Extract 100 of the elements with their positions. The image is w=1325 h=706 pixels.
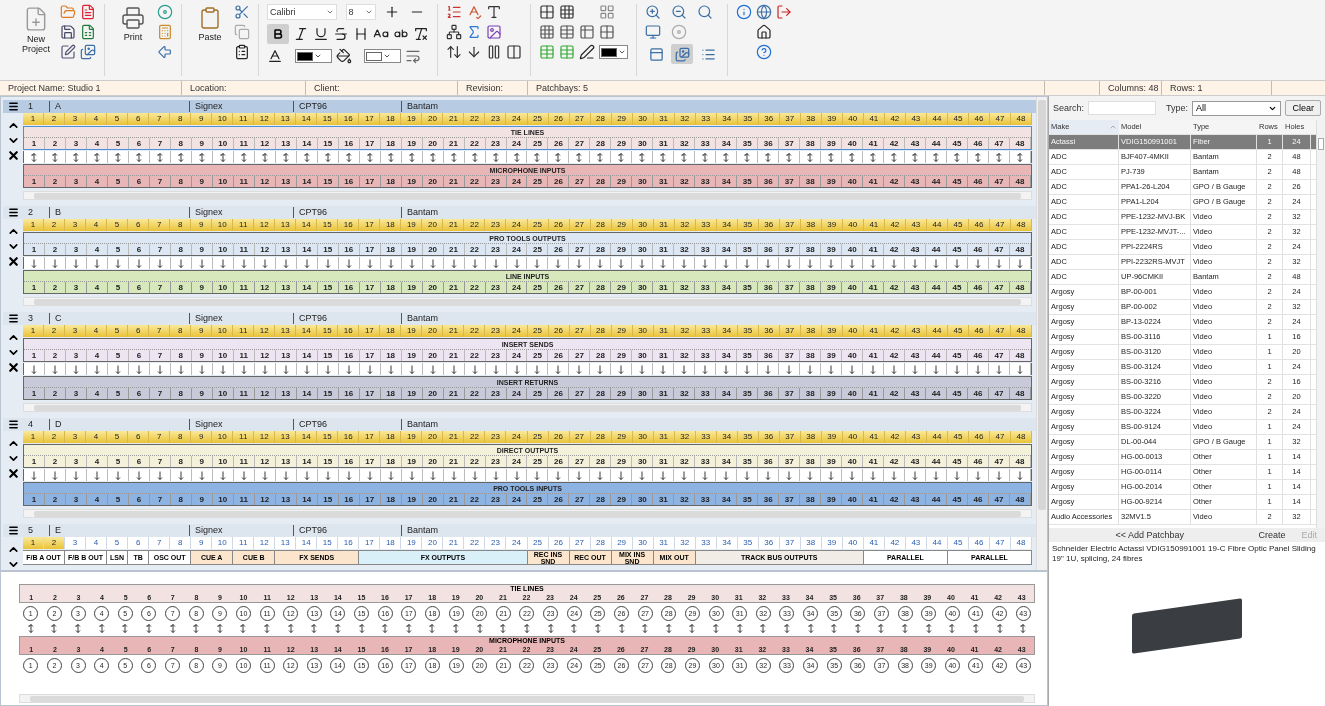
column-number[interactable]: 41 (863, 219, 885, 231)
column-number[interactable]: 3 (65, 113, 87, 125)
column-number[interactable]: 44 (926, 113, 948, 125)
column-number[interactable]: 43 (905, 431, 927, 443)
column-number[interactable]: 48 (1010, 431, 1032, 443)
column-number[interactable]: 29 (611, 537, 633, 549)
column-number[interactable]: 46 (968, 113, 990, 125)
column-number[interactable]: 5 (107, 219, 129, 231)
column-number[interactable]: 2 (44, 219, 66, 231)
column-number[interactable]: 37 (779, 537, 801, 549)
column-number[interactable]: 43 (905, 325, 927, 337)
column-number[interactable]: 43 (905, 219, 927, 231)
column-number[interactable]: 9 (191, 431, 213, 443)
column-number[interactable]: 32 (674, 113, 696, 125)
column-number[interactable]: 18 (380, 219, 402, 231)
column-number[interactable]: 38 (800, 325, 822, 337)
column-number[interactable]: 17 (359, 219, 381, 231)
split-icon[interactable] (599, 24, 615, 40)
column-number[interactable]: 39 (821, 219, 843, 231)
column-number[interactable]: 27 (569, 537, 591, 549)
column-number[interactable]: 2 (44, 537, 66, 549)
column-number[interactable]: 26 (548, 325, 570, 337)
column-number[interactable]: 8 (170, 537, 192, 549)
column-number[interactable]: 8 (170, 113, 192, 125)
column-number[interactable]: 11 (233, 219, 255, 231)
column-number[interactable]: 12 (254, 219, 276, 231)
numbering-icon[interactable] (446, 4, 462, 20)
pen-icon[interactable] (579, 44, 595, 60)
column-number[interactable]: 13 (275, 325, 297, 337)
save-icon[interactable] (60, 24, 76, 40)
column-number[interactable]: 25 (527, 431, 549, 443)
horizontal-scrollbar[interactable] (19, 694, 1035, 703)
column-number[interactable]: 1 (23, 113, 44, 125)
column-number[interactable]: 33 (695, 325, 717, 337)
down-icon[interactable] (466, 44, 482, 60)
column-number[interactable]: 19 (401, 537, 423, 549)
column-number[interactable]: 26 (548, 537, 570, 549)
column-number[interactable]: 19 (401, 431, 423, 443)
column-number[interactable]: 29 (611, 325, 633, 337)
column-number[interactable]: 5 (107, 431, 129, 443)
column-number[interactable]: 13 (275, 219, 297, 231)
column-number[interactable]: 42 (884, 113, 906, 125)
column-number[interactable]: 21 (443, 431, 465, 443)
menu-icon[interactable] (7, 419, 19, 430)
swap-icon[interactable] (446, 44, 462, 60)
column-number[interactable]: 30 (632, 113, 654, 125)
column-number[interactable]: 44 (926, 537, 948, 549)
column-number[interactable]: 48 (1010, 325, 1032, 337)
column-number[interactable]: 5 (107, 113, 129, 125)
column-number[interactable]: 2 (44, 113, 66, 125)
table-grid-icon[interactable] (559, 4, 575, 20)
column-number[interactable]: 29 (611, 219, 633, 231)
column-number[interactable]: 4 (86, 537, 108, 549)
column-number[interactable]: 31 (653, 431, 675, 443)
column-number[interactable]: 32 (674, 325, 696, 337)
new-project-button[interactable]: New Project (16, 4, 56, 56)
column-number[interactable]: 6 (128, 325, 150, 337)
bars-icon[interactable] (486, 44, 502, 60)
text-color-dropdown[interactable] (295, 49, 332, 63)
column-number[interactable]: 9 (191, 325, 213, 337)
column-number[interactable]: 32 (674, 219, 696, 231)
column-number[interactable]: 38 (800, 219, 822, 231)
column-number[interactable]: 22 (464, 537, 486, 549)
globe-icon[interactable] (756, 4, 772, 20)
column-number[interactable]: 32 (674, 431, 696, 443)
column-number[interactable]: 27 (569, 325, 591, 337)
column-number[interactable]: 25 (527, 219, 549, 231)
column-number[interactable]: 22 (464, 219, 486, 231)
column-number[interactable]: 33 (695, 537, 717, 549)
edit-icon[interactable] (60, 44, 76, 60)
column-number[interactable]: 29 (611, 431, 633, 443)
column-number[interactable]: 28 (590, 325, 612, 337)
column-number[interactable]: 1 (23, 325, 44, 337)
column-number[interactable]: 46 (968, 325, 990, 337)
column-number[interactable]: 31 (653, 537, 675, 549)
home-icon[interactable] (756, 24, 772, 40)
sigma-icon[interactable] (466, 24, 482, 40)
column-number[interactable]: 40 (842, 325, 864, 337)
clear-button[interactable]: Clear (1285, 100, 1321, 116)
column-number[interactable]: 31 (653, 113, 675, 125)
column-number[interactable]: 2 (44, 431, 66, 443)
column-number[interactable]: 10 (212, 325, 234, 337)
column-number[interactable]: 21 (443, 325, 465, 337)
clear-format-icon[interactable] (413, 26, 429, 42)
column-number[interactable]: 5 (107, 537, 129, 549)
column-number[interactable]: 13 (275, 537, 297, 549)
column-number[interactable]: 28 (590, 219, 612, 231)
column-number[interactable]: 26 (548, 219, 570, 231)
column-number[interactable]: 21 (443, 113, 465, 125)
column-number[interactable]: 34 (716, 219, 738, 231)
column-number[interactable]: 4 (86, 431, 108, 443)
view-button[interactable] (671, 44, 693, 64)
column-number[interactable]: 10 (212, 113, 234, 125)
column-number[interactable]: 14 (296, 431, 318, 443)
column-number[interactable]: 36 (758, 431, 780, 443)
rows-icon[interactable] (559, 24, 575, 40)
column-number[interactable]: 6 (128, 537, 150, 549)
column-number[interactable]: 48 (1010, 219, 1032, 231)
column-number[interactable]: 33 (695, 113, 717, 125)
column-number[interactable]: 27 (569, 113, 591, 125)
